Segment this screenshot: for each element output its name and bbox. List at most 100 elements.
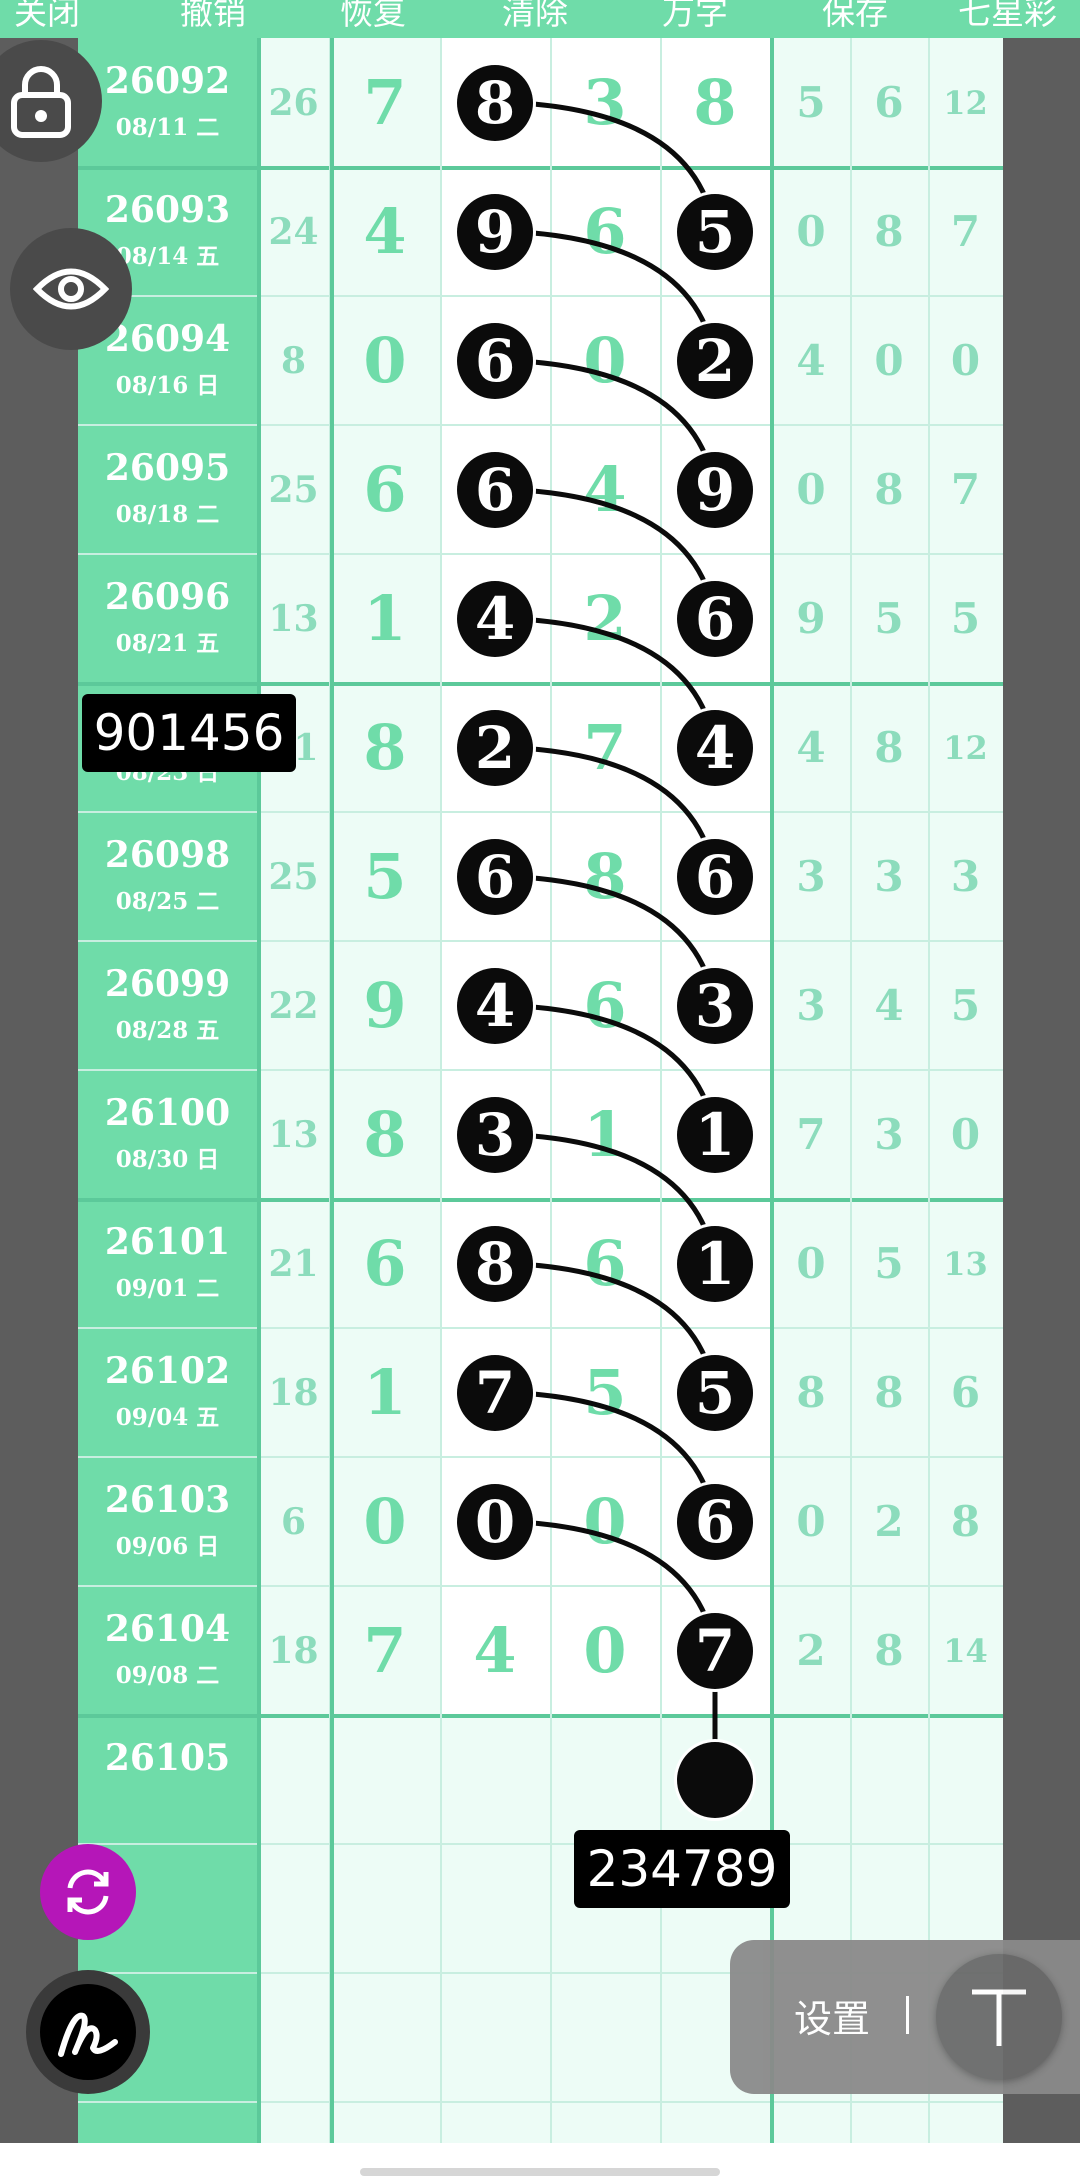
digit-cell-3[interactable]: 1 <box>550 1070 660 1199</box>
digit-cell-3[interactable]: 6 <box>550 167 660 296</box>
stat-cell-1[interactable]: 0 <box>772 167 850 296</box>
trend-grid[interactable]: 26092 08/11 二 26 7 8 3 8 5 6 12 26093 08/14 五 24 4 9 6 5… <box>78 38 1003 2143</box>
digit-cell-2[interactable]: 6 <box>440 812 550 941</box>
digit-cell-1[interactable]: 0 <box>330 1457 440 1586</box>
digit-cell-2[interactable] <box>440 1844 550 1973</box>
sum-cell[interactable]: 24 <box>258 167 329 296</box>
sum-cell[interactable]: 18 <box>258 1328 329 1457</box>
digit-cell-1[interactable]: 7 <box>330 1586 440 1715</box>
stat-cell-2[interactable]: 3 <box>850 812 928 941</box>
marked-ball[interactable]: 6 <box>457 322 533 399</box>
digit-cell-4[interactable]: 7 <box>660 1586 770 1715</box>
digit-cell-3[interactable]: 2 <box>550 554 660 683</box>
sync-button[interactable] <box>40 1844 136 1940</box>
stat-cell-3[interactable]: 12 <box>928 683 1003 812</box>
digit-cell-4[interactable]: 2 <box>660 296 770 425</box>
lottery-type-button[interactable]: 七星彩 <box>958 0 1057 34</box>
marked-ball[interactable]: 4 <box>457 580 533 657</box>
marked-ball[interactable]: 6 <box>677 838 753 915</box>
stat-cell-2[interactable]: 8 <box>850 425 928 554</box>
stat-cell-3[interactable]: 7 <box>928 167 1003 296</box>
marked-ball[interactable]: 9 <box>457 193 533 270</box>
sum-cell[interactable] <box>258 1715 329 1844</box>
digit-cell-3[interactable]: 0 <box>550 1586 660 1715</box>
digit-cell-2[interactable]: 2 <box>440 683 550 812</box>
digit-cell-2[interactable]: 9 <box>440 167 550 296</box>
sum-cell[interactable]: 25 <box>258 425 329 554</box>
marked-ball[interactable]: 1 <box>677 1225 753 1302</box>
digit-cell-1[interactable]: 5 <box>330 812 440 941</box>
digit-cell-1[interactable]: 8 <box>330 1070 440 1199</box>
stat-cell-3[interactable] <box>928 2102 1003 2143</box>
digit-cell-2[interactable]: 4 <box>440 941 550 1070</box>
stat-cell-2[interactable]: 6 <box>850 38 928 167</box>
digit-cell-1[interactable]: 6 <box>330 1199 440 1328</box>
stat-cell-3[interactable] <box>928 1715 1003 1844</box>
digit-cell-3[interactable]: 5 <box>550 1328 660 1457</box>
stat-cell-3[interactable]: 6 <box>928 1328 1003 1457</box>
digit-cell-4[interactable]: 6 <box>660 812 770 941</box>
stat-cell-1[interactable]: 0 <box>772 1199 850 1328</box>
digit-cell-2[interactable] <box>440 1715 550 1844</box>
stat-cell-2[interactable] <box>850 1715 928 1844</box>
stat-cell-2[interactable]: 8 <box>850 1328 928 1457</box>
stat-cell-3[interactable]: 8 <box>928 1457 1003 1586</box>
marked-ball[interactable]: 6 <box>457 451 533 528</box>
digit-cell-1[interactable]: 8 <box>330 683 440 812</box>
sum-cell[interactable]: 26 <box>258 38 329 167</box>
stat-cell-1[interactable]: 0 <box>772 425 850 554</box>
stat-cell-2[interactable]: 3 <box>850 1070 928 1199</box>
digit-cell-4[interactable]: 1 <box>660 1070 770 1199</box>
digit-cell-4[interactable]: 9 <box>660 425 770 554</box>
marked-ball[interactable]: 6 <box>677 580 753 657</box>
stat-cell-1[interactable] <box>772 2102 850 2143</box>
stat-cell-2[interactable]: 8 <box>850 683 928 812</box>
sum-cell[interactable]: 6 <box>258 1457 329 1586</box>
pen-button[interactable] <box>26 1970 150 2094</box>
text-tool-button[interactable] <box>936 1954 1062 2080</box>
marked-ball[interactable]: 0 <box>457 1483 533 1560</box>
settings-button[interactable]: 设置 <box>794 1988 870 2043</box>
close-button[interactable]: 关闭 <box>14 0 80 34</box>
digit-cell-4[interactable]: 8 <box>660 38 770 167</box>
digit-cell-3[interactable]: 7 <box>550 683 660 812</box>
digit-cell-3[interactable]: 0 <box>550 296 660 425</box>
stat-cell-1[interactable]: 9 <box>772 554 850 683</box>
digit-cell-3[interactable]: 0 <box>550 1457 660 1586</box>
stat-cell-2[interactable]: 5 <box>850 1199 928 1328</box>
digit-cell-3[interactable]: 4 <box>550 425 660 554</box>
digit-cell-2[interactable]: 6 <box>440 296 550 425</box>
visibility-button[interactable] <box>10 228 132 350</box>
stat-cell-2[interactable]: 2 <box>850 1457 928 1586</box>
stat-cell-2[interactable]: 8 <box>850 167 928 296</box>
sum-cell[interactable]: 18 <box>258 1586 329 1715</box>
marked-ball[interactable]: 6 <box>677 1483 753 1560</box>
sum-cell[interactable]: 13 <box>258 1070 329 1199</box>
digit-cell-2[interactable]: 6 <box>440 425 550 554</box>
stat-cell-3[interactable]: 12 <box>928 38 1003 167</box>
digit-cell-1[interactable] <box>330 1973 440 2102</box>
stat-cell-1[interactable]: 4 <box>772 296 850 425</box>
stat-cell-1[interactable] <box>772 1715 850 1844</box>
stat-cell-2[interactable]: 5 <box>850 554 928 683</box>
digit-cell-2[interactable]: 3 <box>440 1070 550 1199</box>
undo-button[interactable]: 撤销 <box>180 0 246 34</box>
digit-cell-4[interactable]: 5 <box>660 167 770 296</box>
home-indicator[interactable] <box>360 2168 720 2176</box>
stat-cell-1[interactable]: 3 <box>772 812 850 941</box>
stat-cell-2[interactable]: 8 <box>850 1586 928 1715</box>
digit-cell-3[interactable] <box>550 1973 660 2102</box>
stat-cell-1[interactable]: 2 <box>772 1586 850 1715</box>
digit-cell-3[interactable]: 8 <box>550 812 660 941</box>
digit-cell-2[interactable]: 7 <box>440 1328 550 1457</box>
digit-cell-1[interactable]: 1 <box>330 1328 440 1457</box>
digit-cell-2[interactable] <box>440 1973 550 2102</box>
digit-cell-4[interactable]: 1 <box>660 1199 770 1328</box>
marked-ball[interactable]: 2 <box>677 322 753 399</box>
marked-ball[interactable]: 5 <box>677 193 753 270</box>
marked-ball[interactable]: 7 <box>457 1354 533 1431</box>
stat-cell-2[interactable]: 4 <box>850 941 928 1070</box>
marked-ball[interactable]: 5 <box>677 1354 753 1431</box>
sum-cell[interactable]: 25 <box>258 812 329 941</box>
stat-cell-2[interactable]: 0 <box>850 296 928 425</box>
